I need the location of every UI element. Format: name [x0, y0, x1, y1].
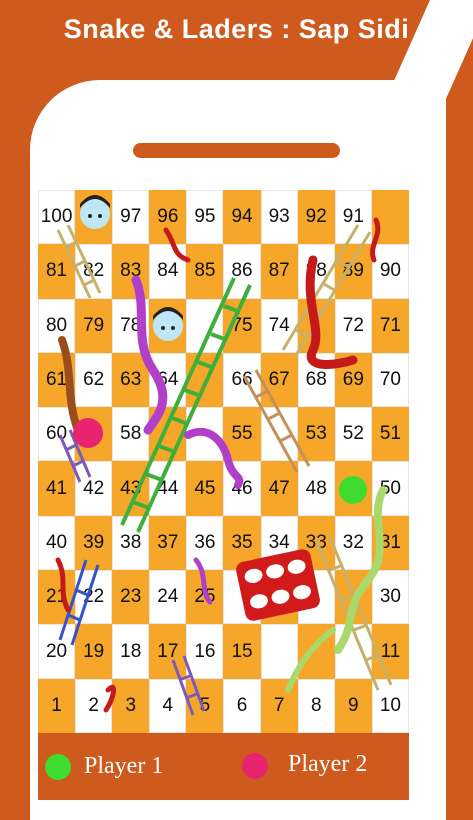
boy-face-icon: [153, 307, 183, 341]
snake-icon: [163, 227, 191, 263]
snake-icon: [58, 336, 82, 434]
snake-icon: [184, 427, 244, 489]
dice-icon: [236, 549, 320, 621]
snake-icon: [193, 557, 213, 605]
ladder-icon: [281, 224, 372, 358]
player2-token: [73, 418, 103, 448]
board-overlay: [55, 195, 393, 716]
player2-label[interactable]: Player 2: [288, 751, 367, 778]
snake-icon: [55, 557, 71, 613]
snake-icon: [285, 627, 336, 693]
snake-icon: [305, 255, 358, 369]
ladder-icon: [242, 369, 311, 473]
ladder-icon: [171, 655, 206, 716]
player-bar: Player 1 Player 2: [38, 733, 409, 800]
snake-icon: [370, 217, 381, 263]
boy-face-icon: [80, 195, 110, 229]
snake-icon: [103, 685, 117, 713]
app-title: Snake & Laders : Sap Sidi: [63, 14, 410, 44]
player2-color-dot: [242, 753, 268, 779]
ladder-icon: [56, 224, 102, 299]
player1-token: [339, 476, 367, 504]
snake-icon: [131, 275, 168, 435]
game-board[interactable]: 1009897969594939291818283848586878889908…: [38, 190, 409, 733]
phone-speaker: [133, 143, 340, 158]
player1-color-dot: [45, 754, 71, 780]
player1-label[interactable]: Player 1: [84, 753, 163, 780]
